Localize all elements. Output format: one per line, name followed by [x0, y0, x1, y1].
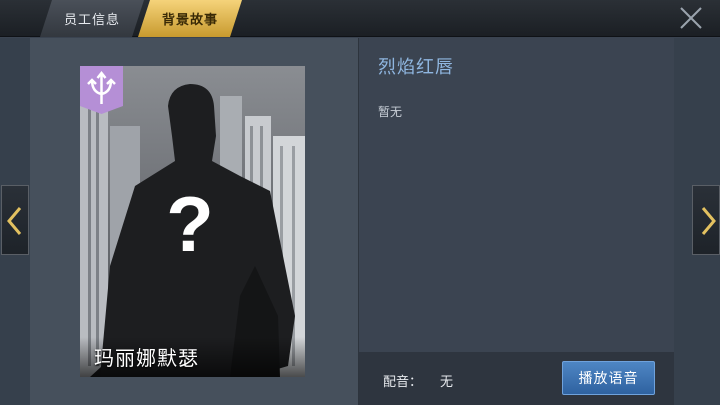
voice-label: 配音： [383, 375, 423, 390]
story-body: 暂无 [378, 105, 403, 119]
tab-background-story[interactable]: 背景故事 [138, 0, 242, 37]
tab-employee-info-label: 员工信息 [63, 13, 120, 28]
tab-background-story-label: 背景故事 [161, 13, 218, 28]
mystery-question-mark: ? [166, 180, 214, 268]
play-voice-button[interactable]: 播放语音 [562, 361, 655, 395]
character-card[interactable]: ? 玛丽娜默瑟 [80, 66, 305, 377]
next-button[interactable] [692, 185, 720, 255]
story-title: 烈焰红唇 [378, 57, 454, 78]
play-voice-label: 播放语音 [578, 371, 639, 387]
close-button[interactable] [678, 5, 704, 31]
top-bar: 员工信息 背景故事 [0, 0, 720, 37]
story-panel [358, 38, 674, 352]
close-icon [680, 7, 702, 29]
name-plate: 玛丽娜默瑟 [80, 337, 305, 377]
voice-value: 无 [440, 375, 454, 390]
arrow-right-icon [701, 207, 716, 235]
tab-employee-info[interactable]: 员工信息 [40, 0, 144, 37]
previous-button[interactable] [1, 185, 29, 255]
arrow-left-icon [7, 207, 22, 235]
character-name: 玛丽娜默瑟 [94, 346, 199, 370]
trident-emblem-icon [80, 66, 123, 114]
